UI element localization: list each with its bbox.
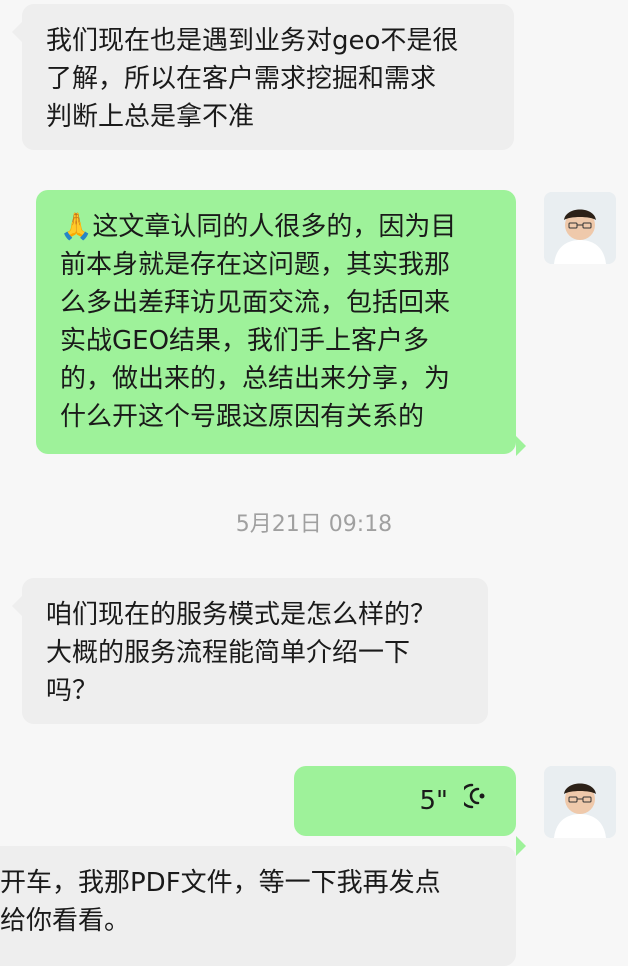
- message-line-with-emoji: 🙏这文章认同的人很多的，因为目: [60, 208, 492, 246]
- clapping-hands-icon: 🙏: [60, 212, 93, 242]
- chat-timestamp: 5月21日 09:18: [235, 512, 393, 537]
- message-text: 这文章认同的人很多的，因为目: [92, 212, 457, 242]
- voice-message-bubble[interactable]: 5": [294, 766, 526, 856]
- message-line: 实战GEO结果，我们手上客户多: [60, 326, 430, 356]
- message-line: 前本身就是存在这问题，其实我那: [60, 250, 451, 280]
- incoming-message-1[interactable]: 我们现在也是遇到业务对geo不是很 了解，所以在客户需求挖掘和需求 判断上总是拿…: [12, 4, 514, 150]
- message-line: 的，做出来的，总结出来分享，为: [60, 364, 451, 394]
- message-line: 给你看看。: [0, 906, 131, 936]
- message-line: 咱们现在的服务模式是怎么样的？: [46, 600, 437, 630]
- incoming-message-3[interactable]: 咱们现在的服务模式是怎么样的？ 大概的服务流程能简单介绍一下 吗？: [12, 578, 488, 724]
- message-line: 开车，我那PDF文件，等一下我再发点: [0, 868, 441, 898]
- incoming-message-5[interactable]: 开车，我那PDF文件，等一下我再发点 给你看看。: [0, 846, 516, 966]
- message-line: 我们现在也是遇到业务对geo不是很: [46, 26, 459, 56]
- outgoing-message-2[interactable]: 🙏这文章认同的人很多的，因为目 前本身就是存在这问题，其实我那 么多出差拜访见面…: [36, 190, 526, 456]
- message-line: 判断上总是拿不准: [46, 102, 255, 132]
- message-line: 了解，所以在客户需求挖掘和需求: [46, 64, 437, 94]
- voice-wave-icon: [459, 782, 486, 820]
- message-line: 么多出差拜访见面交流，包括回来: [60, 288, 451, 318]
- message-line: 吗？: [46, 676, 99, 706]
- user-avatar-icon[interactable]: [544, 192, 616, 264]
- message-line: 什么开这个号跟这原因有关系的: [60, 402, 425, 432]
- user-avatar-icon[interactable]: [544, 766, 616, 838]
- message-line: 大概的服务流程能简单介绍一下: [46, 638, 411, 668]
- voice-duration: 5": [419, 786, 448, 816]
